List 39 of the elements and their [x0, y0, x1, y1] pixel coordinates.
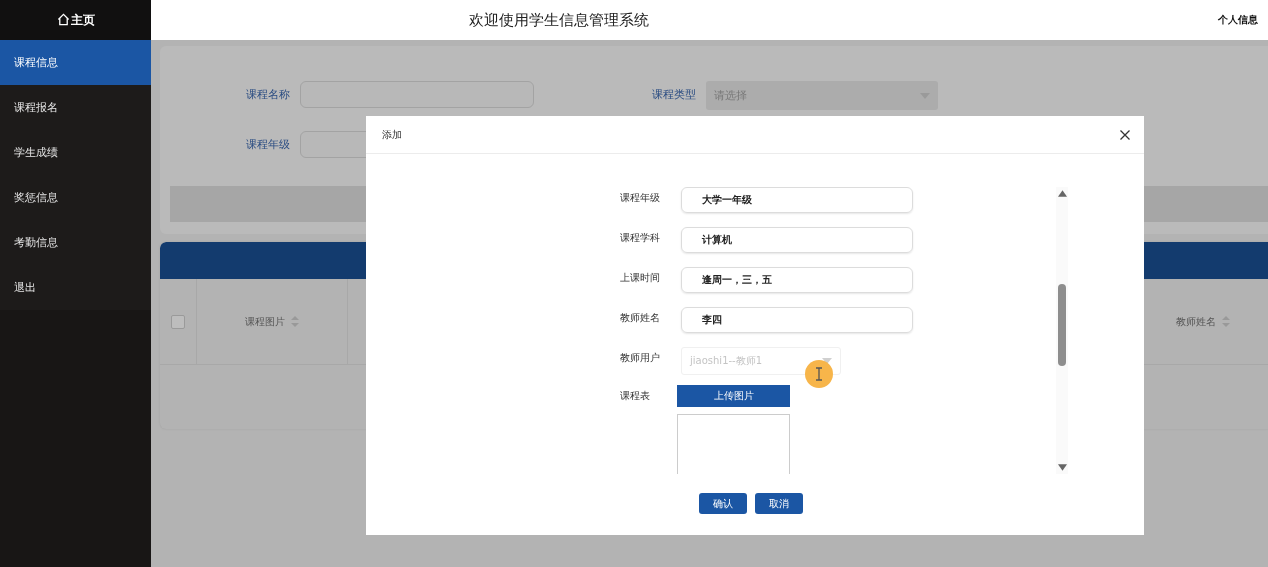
field-label: 课程学科	[620, 231, 661, 245]
input-field[interactable]: 大学一年级	[681, 187, 913, 213]
field-label: 课程表	[620, 389, 651, 403]
checkbox[interactable]	[171, 314, 185, 329]
home-icon	[56, 12, 70, 26]
profile-link[interactable]: 个人信息	[1218, 13, 1258, 27]
sort-icon[interactable]	[1222, 316, 1230, 327]
close-icon[interactable]	[1120, 129, 1130, 140]
page-title: 欢迎使用学生信息管理系统	[469, 10, 649, 30]
scroll-thumb[interactable]	[1058, 284, 1066, 366]
field-label: 课程年级	[620, 191, 661, 205]
field-label: 课程年级	[245, 137, 291, 153]
sidebar-item[interactable]: 考勤信息	[0, 220, 151, 265]
dialog-title: 添加	[382, 127, 402, 142]
field-label: 教师姓名	[620, 311, 661, 325]
column-header[interactable]: 教师姓名	[1138, 279, 1268, 364]
sidebar-item[interactable]: 课程信息	[0, 40, 151, 85]
sidebar-item[interactable]: 奖惩信息	[0, 175, 151, 220]
upload-button[interactable]: 上传图片	[677, 385, 790, 407]
sidebar-item[interactable]: 退出	[0, 265, 151, 310]
sidebar-item[interactable]: 学生成绩	[0, 130, 151, 175]
caret-icon	[822, 358, 832, 364]
dialog-button[interactable]: 确认	[699, 493, 747, 514]
field-label: 教师用户	[620, 351, 661, 365]
input-field[interactable]: 逢周一，三，五	[681, 267, 913, 293]
field-label: 课程名称	[245, 87, 291, 103]
field-label: 课程类型	[651, 87, 697, 103]
scroll-up-icon[interactable]	[1057, 190, 1067, 197]
sidebar-item[interactable]: 课程报名	[0, 85, 151, 130]
scrollbar[interactable]	[1056, 187, 1068, 474]
cursor-highlight-icon	[805, 360, 833, 388]
input-field[interactable]: 李四	[681, 307, 913, 333]
field-label: 上课时间	[620, 271, 661, 285]
column-header[interactable]: 课程图片	[197, 279, 348, 364]
input-field[interactable]: 计算机	[681, 227, 913, 253]
scroll-down-icon[interactable]	[1057, 464, 1067, 471]
dialog-button[interactable]: 取消	[755, 493, 803, 514]
sort-icon[interactable]	[291, 316, 299, 327]
home-link[interactable]: 主页	[70, 11, 95, 29]
